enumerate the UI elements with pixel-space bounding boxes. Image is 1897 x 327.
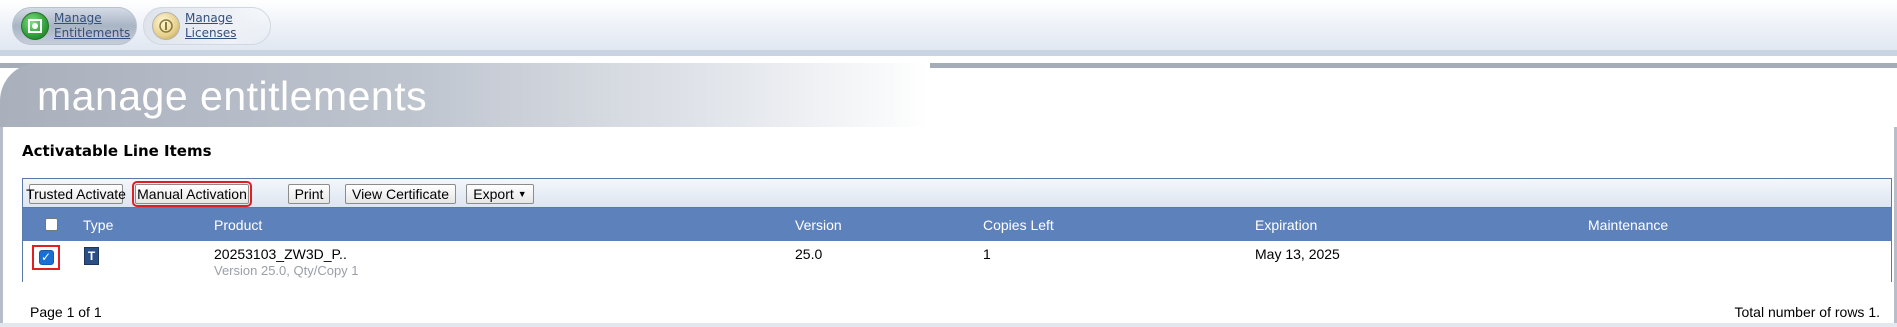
print-button[interactable]: Print (288, 184, 330, 204)
nav-tab-label[interactable]: Manage Licenses (185, 11, 263, 41)
product-subtext: Version 25.0, Qty/Copy 1 (214, 263, 359, 278)
column-header-product[interactable]: Product (214, 217, 262, 233)
bottom-divider (0, 323, 1897, 327)
nav-tab-manage-licenses[interactable]: Manage Licenses (143, 7, 271, 45)
nav-divider (0, 50, 1897, 56)
product-cell: 20253103_ZW3D_P.. (214, 246, 347, 262)
row-checkbox[interactable]: ✓ (38, 250, 54, 265)
banner-background: manage entitlements (0, 63, 930, 127)
expiration-cell: May 13, 2025 (1255, 246, 1340, 262)
column-header-expiration[interactable]: Expiration (1255, 217, 1317, 233)
export-button[interactable]: Export ▼ (466, 184, 534, 204)
trusted-activate-button[interactable]: Trusted Activate (26, 184, 126, 204)
nav-tab-manage-entitlements[interactable]: Manage Entitlements (12, 7, 137, 45)
page-banner: manage entitlements (0, 63, 1897, 127)
caret-down-icon: ▼ (517, 189, 527, 199)
top-nav: Manage Entitlements Manage Licenses (0, 0, 1897, 56)
column-header-type[interactable]: Type (83, 217, 113, 233)
table-row[interactable]: ✓ T 20253103_ZW3D_P.. Version 25.0, Qty/… (23, 241, 1891, 282)
page-info: Page 1 of 1 (30, 304, 102, 320)
manual-activation-button[interactable]: Manual Activation (132, 181, 252, 207)
licenses-icon (152, 12, 180, 40)
nav-tab-label[interactable]: Manage Entitlements (54, 11, 132, 41)
select-all-checkbox[interactable] (45, 218, 58, 231)
nav-label-line1: Manage (54, 11, 102, 25)
section-title: Activatable Line Items (22, 142, 212, 160)
column-header-version[interactable]: Version (795, 217, 842, 233)
view-certificate-button[interactable]: View Certificate (345, 184, 456, 204)
nav-label-line1: Manage (185, 11, 233, 25)
entitlements-icon (21, 12, 49, 40)
copies-left-cell: 1 (983, 246, 991, 262)
column-header-copies-left[interactable]: Copies Left (983, 217, 1054, 233)
type-icon: T (84, 247, 99, 265)
nav-label-line2: Entitlements (54, 26, 131, 40)
row-checkbox-highlight: ✓ (32, 245, 60, 270)
column-header-maintenance[interactable]: Maintenance (1588, 217, 1668, 233)
page-title: manage entitlements (37, 73, 428, 119)
version-cell: 25.0 (795, 246, 823, 262)
table-header: Type Product Version Copies Left Expirat… (23, 208, 1891, 241)
export-label: Export (473, 186, 514, 202)
nav-label-line2: Licenses (185, 26, 237, 40)
left-border (0, 127, 3, 327)
grid-toolbar: Trusted Activate Manual Activation Print… (23, 179, 1891, 208)
line-items-grid: Trusted Activate Manual Activation Print… (22, 178, 1892, 282)
total-rows: Total number of rows 1. (1734, 304, 1880, 320)
